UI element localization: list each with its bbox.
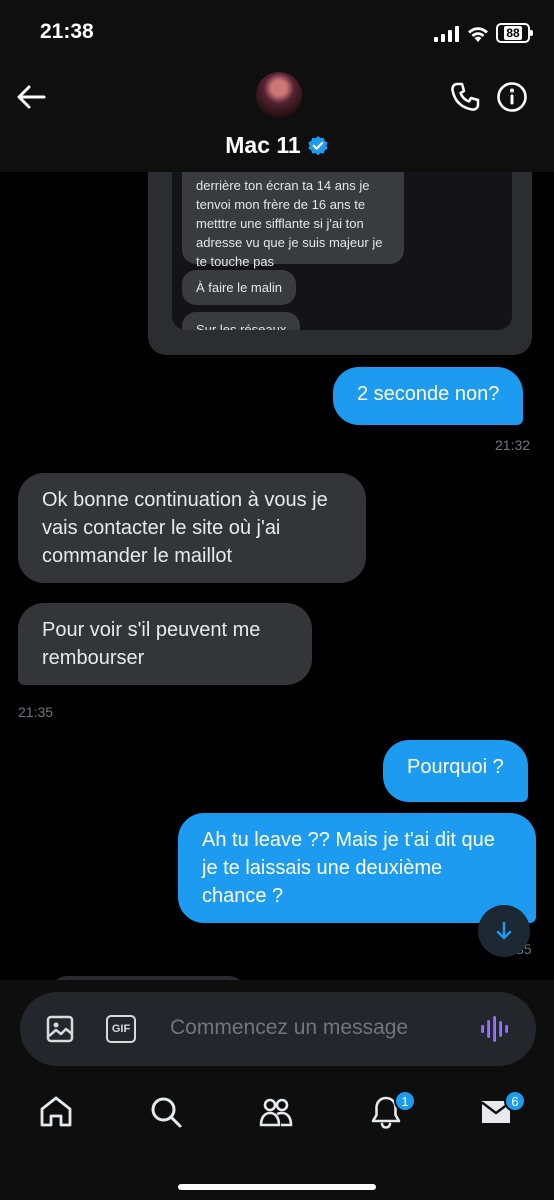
communities-icon[interactable]	[258, 1094, 294, 1130]
home-indicator	[178, 1184, 376, 1190]
message-input[interactable]: Commencez un message	[170, 1016, 408, 1040]
voice-message-icon[interactable]	[480, 1014, 510, 1044]
screenshot-message: Sur les réseaux	[182, 312, 301, 330]
message-timestamp: 21:32	[495, 437, 531, 453]
scroll-to-bottom-button[interactable]	[478, 905, 530, 957]
incoming-message[interactable]: Ok bonne continuation à vous je vais con…	[18, 473, 366, 583]
shared-screenshot-image[interactable]: derrière ton écran ta 14 ans je tenvoi m…	[148, 140, 532, 355]
screenshot-message: À faire le malin	[182, 270, 296, 305]
avatar[interactable]	[256, 72, 302, 118]
outgoing-message[interactable]: 2 seconde non?	[333, 367, 524, 425]
screenshot-message: derrière ton écran ta 14 ans je tenvoi m…	[182, 168, 404, 269]
back-arrow-icon[interactable]	[14, 80, 48, 114]
info-icon[interactable]	[496, 81, 528, 113]
gif-icon[interactable]: GIF	[106, 1015, 136, 1043]
profile-name-row[interactable]: Mac 11	[0, 132, 554, 159]
search-icon[interactable]	[148, 1094, 184, 1130]
notifications-badge: 1	[394, 1090, 416, 1112]
arrow-down-icon	[496, 921, 512, 940]
status-bar: 21:38 88	[0, 0, 554, 64]
phone-call-icon[interactable]	[448, 80, 482, 114]
message-timestamp: 21:35	[18, 704, 54, 720]
home-icon[interactable]	[38, 1094, 74, 1130]
verified-badge-icon	[308, 135, 328, 155]
profile-name: Mac 11	[225, 132, 301, 158]
outgoing-message[interactable]: Pourquoi ?	[383, 740, 528, 802]
outgoing-message[interactable]: Ah tu leave ?? Mais je t'ai dit que je t…	[178, 813, 536, 923]
incoming-message[interactable]: Pour voir s'il peuvent me rembourser	[18, 603, 312, 685]
image-icon[interactable]	[46, 1015, 74, 1043]
status-time: 21:38	[40, 20, 94, 43]
wifi-icon	[468, 27, 488, 42]
battery-icon: 88	[496, 23, 533, 43]
battery-level: 88	[504, 26, 522, 40]
messages-badge: 6	[504, 1090, 526, 1112]
cellular-signal-icon	[434, 26, 459, 42]
